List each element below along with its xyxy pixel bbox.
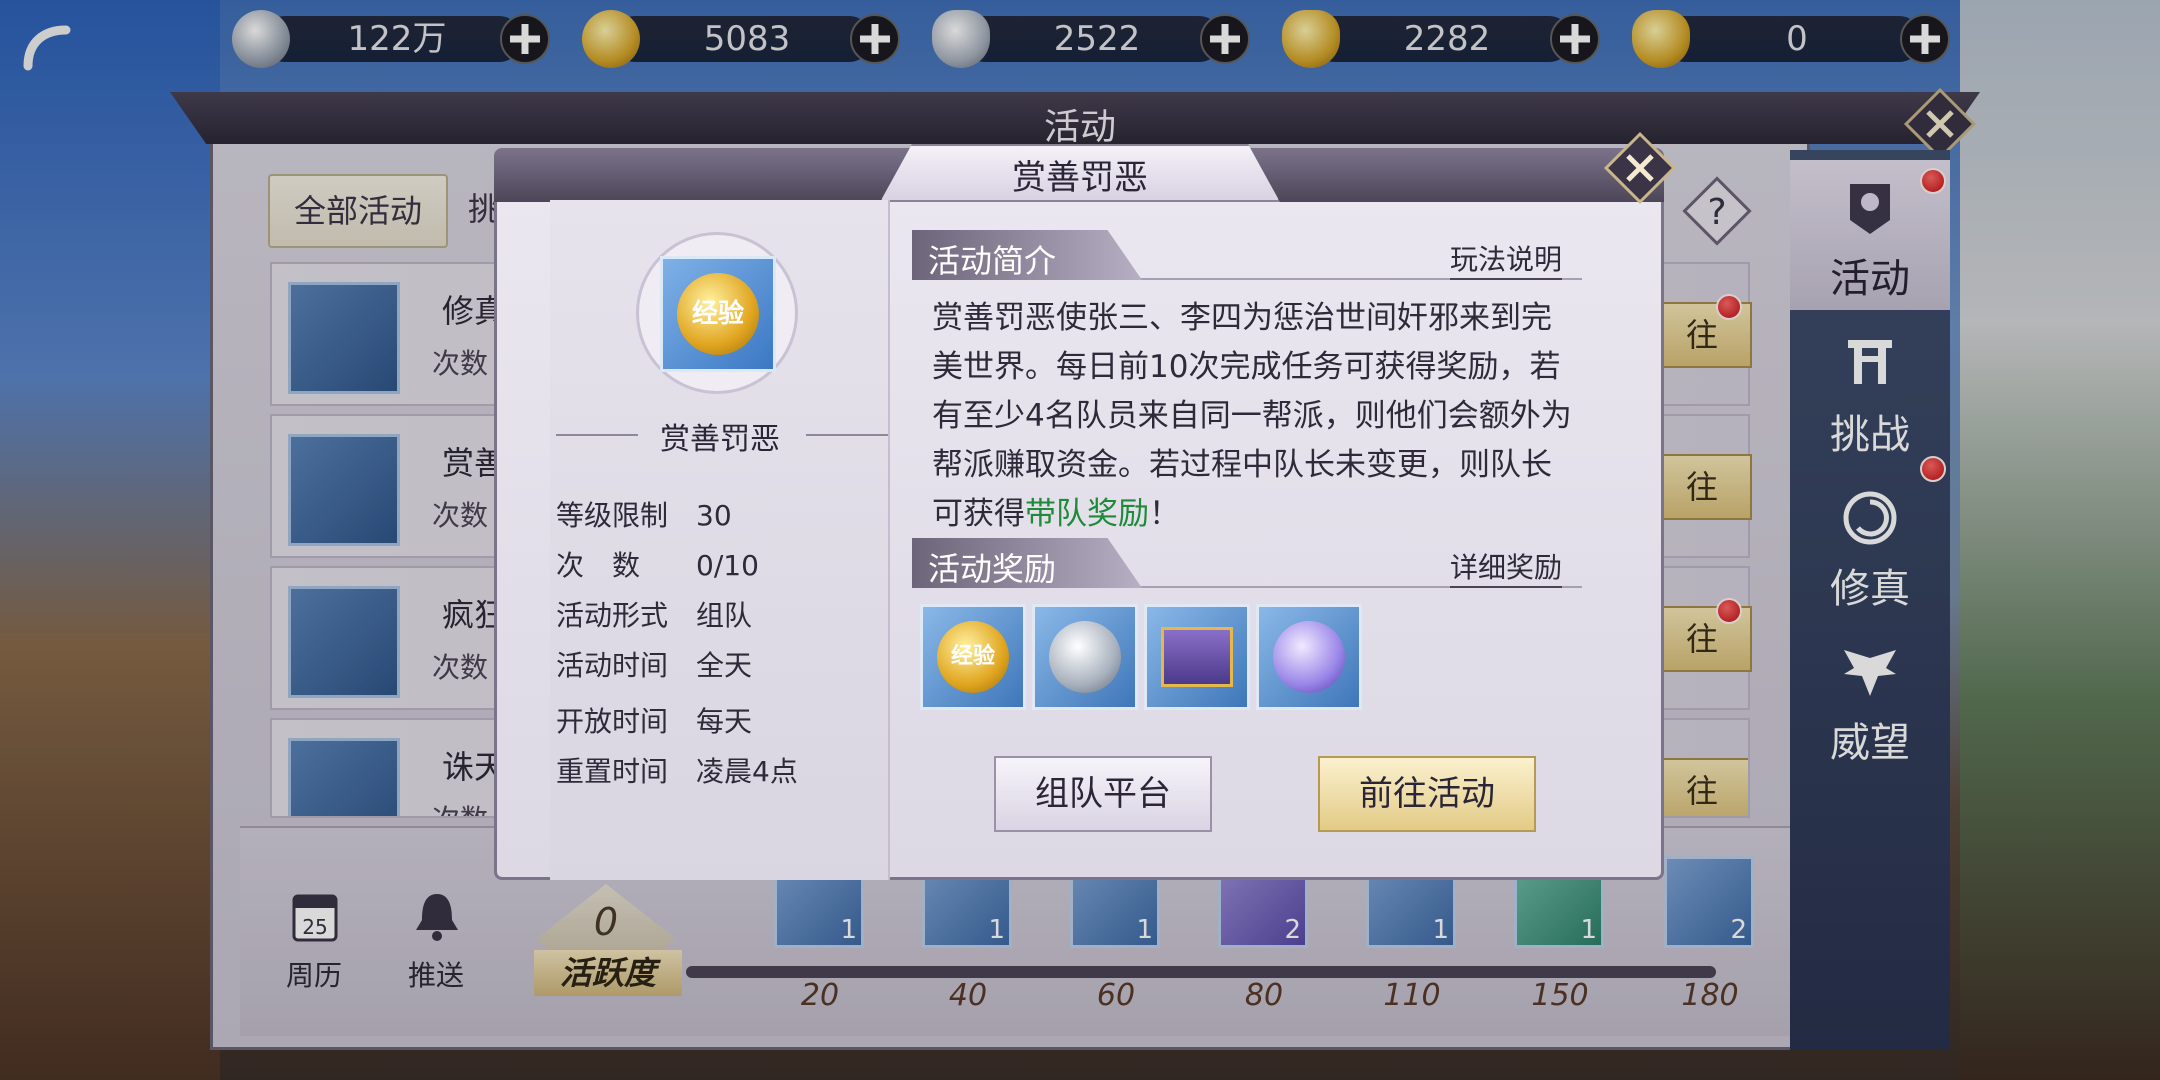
- activity-description: 赏善罚恶使张三、李四为惩治世间奸邪来到完美世界。每日前10次完成任务可获得奖励，…: [932, 300, 1572, 532]
- reward-title: 活动奖励: [928, 550, 1057, 588]
- silver-coin-icon: [1049, 621, 1121, 693]
- spirit-orb-icon: [1273, 621, 1345, 693]
- info-level-limit: 等级限制 30: [556, 499, 732, 532]
- reward-spirit-orb[interactable]: [1256, 604, 1362, 710]
- intro-section-header: 活动简介 玩法说明: [912, 230, 1582, 280]
- info-count: 次 数 0/10: [556, 549, 759, 582]
- team-reward-highlight: 带队奖励: [1025, 496, 1149, 532]
- exp-icon: 经验: [937, 621, 1009, 693]
- team-platform-button[interactable]: 组队平台: [994, 756, 1212, 832]
- exp-icon: 经验: [660, 256, 776, 372]
- activity-name: 赏善罚恶: [660, 422, 780, 457]
- detailed-rewards-link[interactable]: 详细奖励: [1449, 546, 1562, 588]
- treasure-chest-icon: [1161, 627, 1233, 687]
- intro-title: 活动简介: [928, 242, 1057, 280]
- go-to-activity-button[interactable]: 前往活动: [1318, 756, 1536, 832]
- info-reset-time: 重置时间 凌晨4点: [556, 755, 798, 788]
- reward-section-header: 活动奖励 详细奖励: [912, 538, 1582, 588]
- info-open-time: 开放时间 每天: [556, 705, 753, 738]
- info-time: 活动时间 全天: [556, 649, 753, 682]
- info-format: 活动形式 组队: [556, 599, 753, 632]
- reward-exp[interactable]: 经验: [920, 604, 1026, 710]
- dialog-title: 赏善罚恶: [1012, 158, 1148, 198]
- reward-chest[interactable]: [1144, 604, 1250, 710]
- dialog-close-icon[interactable]: [1600, 128, 1680, 208]
- how-to-play-link[interactable]: 玩法说明: [1449, 238, 1562, 280]
- reward-silver[interactable]: [1032, 604, 1138, 710]
